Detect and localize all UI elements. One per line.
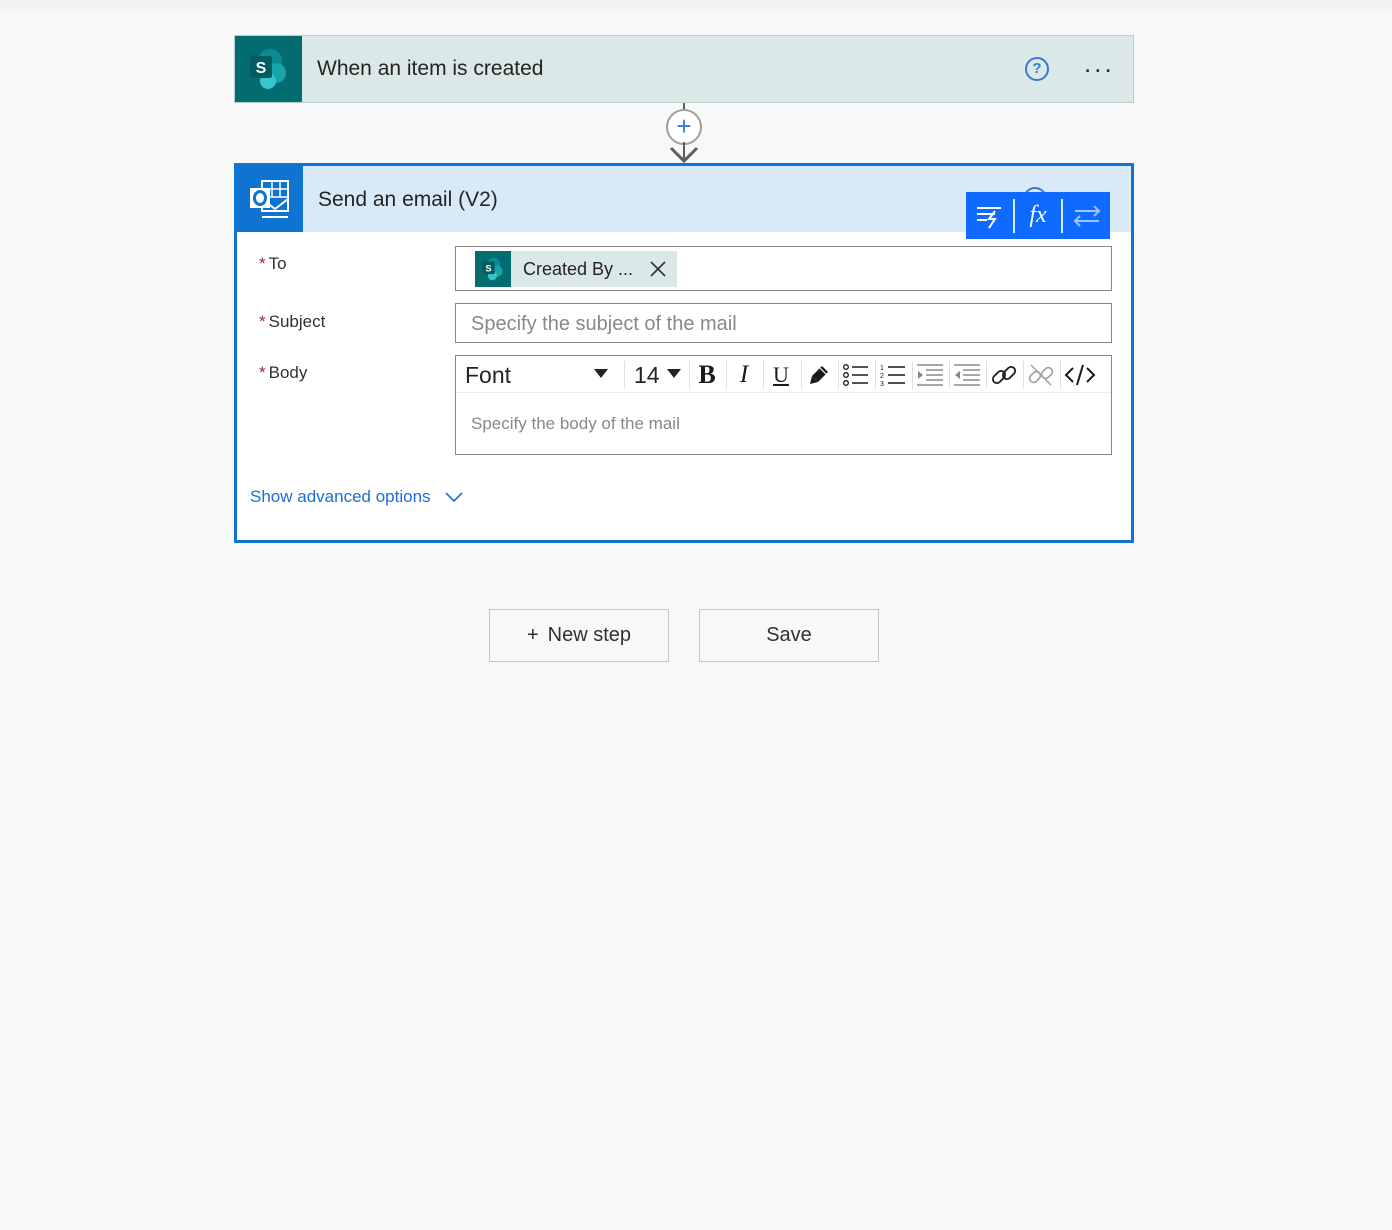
advanced-link-label: Show advanced options [250, 487, 431, 506]
font-dropdown[interactable]: Font [465, 362, 615, 389]
body-label: * Body [259, 363, 307, 383]
to-field[interactable]: S Created By ... [455, 246, 1112, 291]
outdent-button[interactable] [950, 358, 984, 392]
toolbar-divider [624, 361, 625, 389]
dynamic-content-icon [977, 206, 1002, 229]
body-placeholder: Specify the body of the mail [471, 414, 680, 433]
show-advanced-options-link[interactable]: Show advanced options [250, 487, 463, 507]
svg-text:S: S [255, 60, 266, 77]
sharepoint-icon: S [235, 36, 302, 102]
subject-placeholder: Specify the subject of the mail [471, 313, 737, 335]
insert-link-button[interactable] [987, 358, 1021, 392]
expression-button[interactable]: fx [1015, 192, 1062, 239]
code-icon [1064, 364, 1096, 386]
svg-text:S: S [485, 263, 491, 273]
fx-icon: fx [1029, 202, 1047, 228]
svg-text:2: 2 [880, 373, 884, 380]
italic-button[interactable]: I [727, 358, 761, 392]
code-view-button[interactable] [1063, 358, 1097, 392]
caret-down-icon[interactable] [594, 369, 608, 378]
required-mark: * [259, 363, 266, 382]
svg-text:3: 3 [880, 381, 884, 387]
bullet-list-icon [843, 364, 868, 386]
arrow-down-icon [669, 142, 699, 164]
outdent-icon [954, 364, 980, 386]
highlight-button[interactable] [802, 358, 836, 392]
body-label-text: Body [268, 363, 308, 382]
to-label: * To [259, 254, 287, 274]
trigger-card[interactable]: S When an item is created ? ... [234, 35, 1134, 103]
toolbar-divider [1060, 361, 1061, 389]
subject-label: * Subject [259, 312, 325, 332]
svg-text:1: 1 [880, 365, 884, 372]
top-strip [0, 0, 1392, 11]
dynamic-content-button[interactable] [966, 192, 1013, 239]
required-mark: * [259, 254, 266, 273]
numbered-list-button[interactable]: 1 2 3 [876, 358, 910, 392]
link-icon [991, 365, 1017, 385]
action-title[interactable]: Send an email (V2) [318, 188, 498, 212]
swap-button[interactable] [1063, 192, 1110, 239]
to-label-text: To [268, 254, 287, 273]
italic-icon: I [739, 361, 749, 388]
numbered-list-icon: 1 2 3 [880, 365, 905, 387]
underline-button[interactable]: U [764, 358, 798, 392]
new-step-button[interactable]: + New step [489, 609, 669, 662]
close-icon[interactable] [645, 261, 671, 277]
editor-toolbar: Font 14 B I U 1 2 3 [456, 356, 1111, 393]
more-options-icon[interactable]: ... [1084, 50, 1115, 76]
chevron-down-icon [444, 492, 463, 502]
subject-input[interactable]: Specify the subject of the mail [455, 303, 1112, 343]
required-mark: * [259, 312, 266, 331]
font-size-dropdown[interactable]: 14 [634, 362, 660, 389]
save-button[interactable]: Save [699, 609, 879, 662]
plus-icon: + [526, 624, 539, 646]
indent-button[interactable] [913, 358, 947, 392]
subject-label-text: Subject [268, 312, 326, 331]
outlook-icon [237, 166, 303, 232]
unlink-icon [1028, 364, 1054, 386]
help-icon[interactable]: ? [1025, 57, 1049, 81]
sharepoint-icon: S [475, 251, 511, 287]
dynamic-token[interactable]: S Created By ... [475, 251, 677, 287]
dynamic-content-toolbar: fx [966, 192, 1110, 239]
indent-icon [917, 364, 943, 386]
bold-button[interactable]: B [690, 358, 724, 392]
remove-link-button[interactable] [1024, 358, 1058, 392]
swap-icon [1073, 204, 1101, 227]
toolbar-divider [1012, 198, 1015, 233]
body-editor[interactable]: Font 14 B I U 1 2 3 Specify the body of … [455, 355, 1112, 455]
highlighter-icon [810, 366, 828, 384]
underline-icon: U [773, 362, 789, 387]
bulleted-list-button[interactable] [839, 358, 873, 392]
trigger-title[interactable]: When an item is created [317, 57, 543, 81]
new-step-label: New step [547, 624, 632, 646]
bold-icon: B [698, 360, 716, 389]
caret-down-icon[interactable] [667, 369, 681, 378]
insert-step-button[interactable]: + [666, 109, 702, 145]
toolbar-divider [1061, 198, 1064, 233]
token-label: Created By ... [523, 258, 634, 279]
